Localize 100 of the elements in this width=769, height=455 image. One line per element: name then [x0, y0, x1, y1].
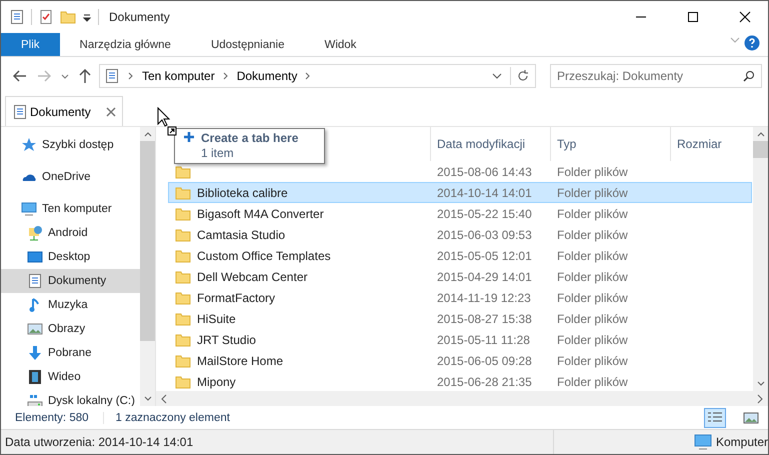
drag-tooltip: Create a tab here 1 item: [174, 128, 326, 164]
file-name: MailStore Home: [197, 354, 284, 368]
folder-icon: [175, 310, 191, 326]
ribbon-tab[interactable]: Widok: [304, 33, 376, 56]
item-count: Elementy: 580: [15, 412, 89, 424]
date-cell-text: 2015-06-03 09:53: [436, 228, 533, 242]
sidebar-item[interactable]: Wideo: [1, 365, 140, 389]
column-header[interactable]: Data modyfikacji: [430, 127, 550, 161]
horizontal-scrollbar[interactable]: [156, 391, 768, 406]
ribbon-tab[interactable]: Udostępnianie: [190, 33, 304, 56]
document-icon: [27, 273, 43, 289]
picture-icon: [27, 321, 43, 337]
file-row[interactable]: FormatFactory 2014-11-19 12:23 Folder plików: [168, 287, 752, 308]
date-cell-text: 2015-08-06 14:43: [436, 164, 533, 178]
details-view-icon: [707, 410, 723, 424]
folder-icon: [175, 352, 191, 368]
sidebar-item[interactable]: Ten komputer: [1, 197, 140, 221]
file-name: FormatFactory: [197, 290, 276, 304]
star-icon: [21, 137, 37, 153]
sidebar-item[interactable]: Android: [1, 221, 140, 245]
file-name: JRT Studio: [197, 332, 256, 346]
scrollbar[interactable]: [140, 127, 155, 406]
type-cell-text: Folder plików: [556, 312, 629, 326]
search-field[interactable]: Przeszukaj: Dokumenty: [550, 64, 762, 88]
document-icon: [104, 68, 120, 84]
file-row[interactable]: Custom Office Templates 2015-05-05 12:01 Folder plików: [168, 245, 752, 266]
drag-cursor-icon: [157, 107, 177, 137]
address-bar[interactable]: Ten komputer Dokumenty: [99, 64, 536, 88]
folder-icon: [175, 290, 191, 306]
type-cell-text: Folder plików: [556, 164, 629, 178]
file-name: Custom Office Templates: [197, 248, 331, 262]
chevron-down-icon: [61, 72, 69, 80]
file-row[interactable]: 2015-08-06 14:43 Folder plików: [168, 161, 752, 182]
plus-icon: [183, 131, 195, 143]
chevron-icon: [222, 72, 229, 80]
sidebar-item[interactable]: Muzyka: [1, 293, 140, 317]
scrollbar-thumb[interactable]: [753, 141, 768, 158]
ribbon-tab[interactable]: Narzędzia główne: [60, 33, 191, 56]
help-icon: [744, 35, 760, 51]
file-row[interactable]: HiSuite 2015-08-27 15:38 Folder plików: [168, 308, 752, 329]
sidebar-item[interactable]: Pobrane: [1, 341, 140, 365]
sidebar-item[interactable]: Dokumenty: [1, 269, 140, 293]
date-cell-text: 2015-04-29 14:01: [436, 270, 533, 284]
details-view-button[interactable]: [704, 408, 726, 428]
file-row[interactable]: Dell Webcam Center 2015-04-29 14:01 Folder plików: [168, 266, 752, 287]
monitor-icon: [21, 201, 37, 217]
sidebar-item[interactable]: Obrazy: [1, 317, 140, 341]
document-icon: [12, 104, 28, 120]
type-cell-text: Folder plików: [556, 374, 629, 388]
close-icon[interactable]: [106, 106, 116, 116]
forward-arrow-icon: [37, 70, 51, 82]
type-cell-text: Folder plików: [556, 228, 629, 242]
folder-icon: [175, 184, 191, 200]
breadcrumb[interactable]: Ten komputer: [142, 69, 215, 83]
file-row[interactable]: Camtasia Studio 2015-06-03 09:53 Folder plików: [168, 224, 752, 245]
search-icon: [743, 70, 755, 82]
close-icon: [739, 11, 751, 23]
file-row[interactable]: MailStore Home 2015-06-05 09:28 Folder plików: [168, 350, 752, 371]
breadcrumb[interactable]: Dokumenty: [236, 69, 298, 83]
file-row[interactable]: Mipony 2015-06-28 21:35 Folder plików: [168, 371, 752, 391]
tab[interactable]: Dokumenty: [5, 96, 123, 126]
document-icon: [9, 9, 25, 25]
date-cell-text: 2015-06-05 09:28: [436, 354, 533, 368]
chevron-icon: [128, 72, 134, 80]
up-arrow-icon: [79, 69, 91, 83]
type-cell-text: Folder plików: [556, 186, 629, 200]
file-row[interactable]: Biblioteka calibre 2014-10-14 14:01 Folder plików: [168, 182, 752, 203]
file-name: Camtasia Studio: [197, 228, 286, 242]
type-cell-text: Folder plików: [556, 290, 629, 304]
date-cell-text: 2015-05-05 12:01: [436, 248, 533, 262]
sidebar-item[interactable]: OneDrive: [1, 165, 140, 189]
ribbon-tab[interactable]: Plik: [1, 33, 60, 56]
date-cell-text: 2015-05-11 11:28: [436, 332, 531, 346]
checklist-icon: [38, 9, 54, 25]
file-row[interactable]: Bigasoft M4A Converter 2015-05-22 15:40 Folder plików: [168, 203, 752, 224]
desktop-icon: [27, 249, 43, 265]
file-name: Mipony: [197, 374, 236, 388]
date-cell-text: 2015-06-28 21:35: [436, 374, 533, 388]
type-cell-text: Folder plików: [556, 248, 629, 262]
date-cell-text: 2015-05-22 15:40: [436, 206, 533, 220]
file-name: Bigasoft M4A Converter: [197, 206, 324, 220]
file-name: HiSuite: [197, 312, 236, 326]
file-name: Biblioteka calibre: [197, 186, 288, 200]
scrollbar-thumb[interactable]: [140, 141, 155, 341]
location-text: Komputer: [716, 435, 768, 449]
window-title: Dokumenty: [109, 10, 171, 24]
folder-icon: [60, 9, 76, 25]
file-row[interactable]: JRT Studio 2015-05-11 11:28 Folder plików: [168, 329, 752, 350]
sidebar-item[interactable]: Desktop: [1, 245, 140, 269]
thumbnails-view-icon: [743, 410, 759, 424]
dropdown-chevron-icon: [492, 72, 502, 80]
sidebar-item[interactable]: Szybki dostęp: [1, 133, 140, 157]
up-button[interactable]: [77, 67, 93, 85]
chevron-icon: [305, 72, 312, 80]
column-header[interactable]: Typ: [550, 127, 670, 161]
back-button[interactable]: [11, 68, 29, 84]
chevron-down-icon: [730, 35, 740, 45]
scrollbar[interactable]: [753, 127, 768, 391]
scroll-left-icon: [160, 394, 168, 404]
network-folder-icon: [27, 225, 43, 241]
